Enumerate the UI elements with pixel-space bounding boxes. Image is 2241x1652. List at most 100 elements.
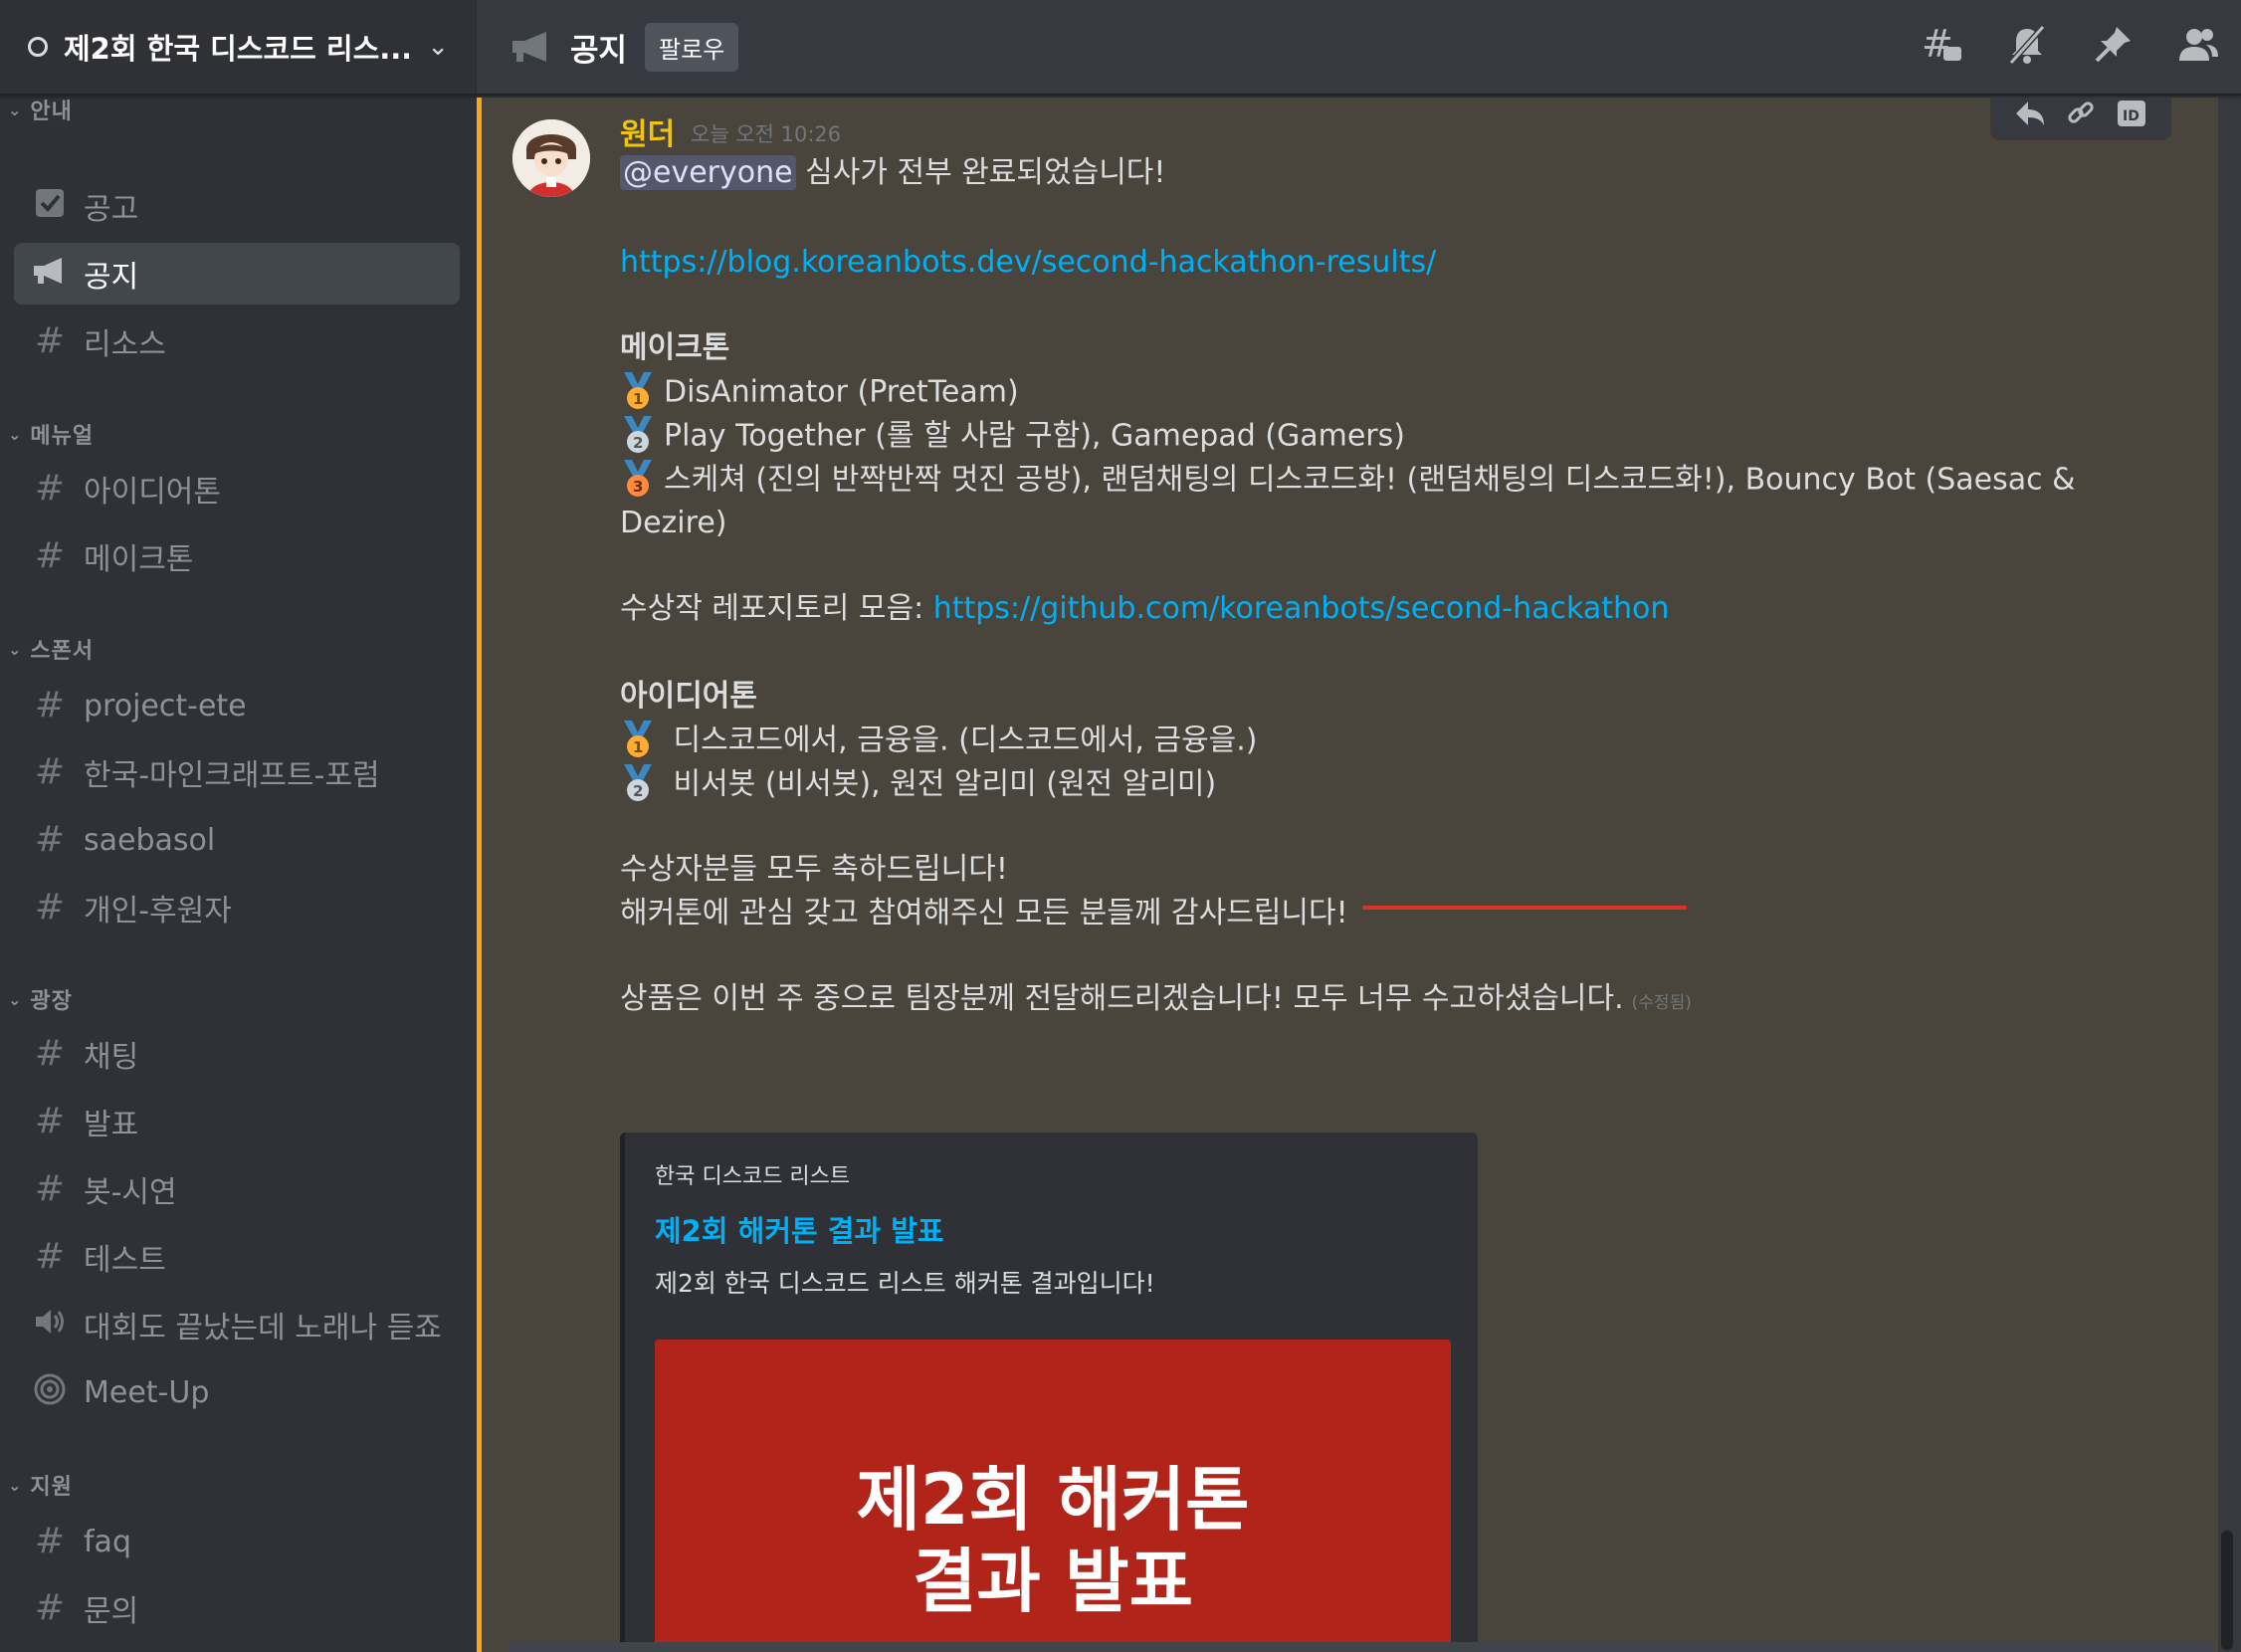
ideathon-heading: 아이디어톤 [620,679,757,714]
silver-medal-icon: 2 [620,416,656,454]
edited-marker: (수정됨) [1631,993,1692,1013]
embed-image-line2: 결과 발표 [913,1541,1193,1622]
channel-name: Meet-Up [84,1374,210,1410]
channel-item[interactable]: # 발표 [14,1091,460,1152]
chevron-down-icon: ⌄ [8,424,23,444]
category-header[interactable]: ⌄ 안내 [8,94,73,125]
embed-description: 제2회 한국 디스코드 리스트 해커톤 결과입니다! [655,1269,1155,1298]
svg-text:ID: ID [2123,108,2139,124]
thanks-line: 해커톤에 관심 갖고 참여해주신 모든 분들께 감사드립니다! [620,896,1348,930]
channel-item[interactable]: # 메이크톤 [14,525,460,587]
threads-icon[interactable]: # [1919,22,1964,68]
copy-id-icon[interactable]: ID [2115,98,2148,130]
stage-icon [32,1372,68,1413]
channel-name: 대회도 끝났는데 노래나 듣죠 [84,1311,442,1345]
silver-medal-icon: 2 [620,764,656,802]
message-input-edge[interactable] [508,1642,2214,1652]
scrollbar-thumb[interactable] [2221,1531,2233,1650]
hashtag-icon: # [34,1168,66,1209]
channel-sidebar: 제2회 한국 디스코드 리스... ⌄ ⌄ 안내 공고 공지 # 리소스 ⌄ 메… [0,0,477,1652]
category-header[interactable]: ⌄ 메뉴얼 [8,418,94,450]
annotation-underline [1362,906,1687,910]
chevron-down-icon[interactable]: ⌄ [427,32,449,62]
avatar[interactable] [512,119,590,197]
channel-item[interactable]: # faq [14,1511,460,1572]
category-header[interactable]: ⌄ 지원 [8,1469,73,1501]
channel-item[interactable]: # project-ete [14,675,460,736]
category-header[interactable]: ⌄ 스폰서 [8,633,94,665]
pin-icon[interactable] [2090,22,2136,68]
embed-image-line1: 제2회 해커톤 [856,1459,1250,1541]
category-name: 메뉴얼 [30,424,95,449]
hashtag-icon: # [34,887,66,928]
channel-name: 문의 [84,1594,139,1629]
makethon-second-text: Play Together (롤 할 사람 구함), Gamepad (Game… [664,418,1405,454]
embed-image[interactable]: 제2회 해커톤 결과 발표 [655,1340,1451,1652]
everyone-mention[interactable]: @everyone [620,155,796,190]
channel-name: faq [84,1524,131,1559]
hashtag-icon: # [34,468,66,509]
message-author[interactable]: 원더 [620,109,675,153]
mute-bell-icon[interactable] [2004,22,2050,68]
channel-item[interactable]: # saebasol [14,809,460,871]
ideathon-first-text: 디스코드에서, 금융을. (디스코드에서, 금융을.) [673,723,1258,758]
channel-name: 채팅 [84,1040,139,1075]
message-line: @everyone 심사가 전부 완료되었습니다! [620,155,1165,191]
channel-item[interactable]: # 채팅 [14,1023,460,1085]
channel-item[interactable]: # 테스트 [14,1226,460,1288]
repo-link[interactable]: https://github.com/koreanbots/second-hac… [933,591,1670,626]
embed-title-link[interactable]: 제2회 해커톤 결과 발표 [655,1208,944,1250]
hashtag-icon: # [34,535,66,576]
channel-item[interactable]: # 한국-마인크래프트-포럼 [14,741,460,803]
message-list[interactable]: ID 원더 오늘 오전 10:26 @everyone 심사가 전부 완료되었습… [477,98,2241,1652]
chevron-down-icon: ⌄ [8,100,23,119]
announcement-megaphone-icon [32,256,68,293]
embed-provider: 한국 디스코드 리스트 [655,1164,851,1189]
channel-item-active[interactable]: 공지 [14,243,460,305]
channel-item[interactable]: # 아이디어톤 [14,458,460,519]
stage-channel-item[interactable]: Meet-Up [14,1361,460,1423]
channel-name: saebasol [84,822,216,858]
hashtag-icon: # [34,1521,66,1561]
channel-item[interactable]: # 개인-후원자 [14,877,460,938]
channel-item[interactable]: # 봇-시연 [14,1158,460,1220]
repo-label: 수상작 레포지토리 모음: [620,591,933,626]
channel-name: 한국-마인크래프트-포럼 [84,758,380,793]
category-name: 지원 [30,1475,73,1500]
channel-name: 공지 [84,260,139,295]
reply-icon[interactable] [2013,98,2047,130]
voice-channel-item[interactable]: 대회도 끝났는데 노래나 듣죠 [14,1294,460,1355]
chevron-down-icon: ⌄ [8,639,23,659]
speaker-icon [32,1307,68,1343]
hashtag-icon: # [34,320,66,361]
link-embed: 한국 디스코드 리스트 제2회 해커톤 결과 발표 제2회 한국 디스코드 리스… [620,1133,1478,1652]
ideathon-first-place: 1 디스코드에서, 금융을. (디스코드에서, 금융을.) [620,721,1258,760]
makethon-third-continued: Dezire) [620,506,727,540]
makethon-first-place: 1 DisAnimator (PretTeam) [620,372,1019,412]
blog-link[interactable]: https://blog.koreanbots.dev/second-hacka… [620,245,1436,280]
channel-name: 공고 [84,192,139,227]
hashtag-icon: # [34,1101,66,1141]
follow-button[interactable]: 팔로우 [645,22,739,72]
server-header[interactable]: 제2회 한국 디스코드 리스... ⌄ [0,0,477,96]
channel-item[interactable]: 공고 [14,175,460,237]
channel-name: 아이디어톤 [84,475,221,510]
member-list-icon[interactable] [2175,22,2221,68]
svg-text:1: 1 [633,738,643,756]
hashtag-icon: # [34,1236,66,1277]
channel-item[interactable]: # 리소스 [14,310,460,372]
congrats-line: 수상자분들 모두 축하드립니다! [620,852,1008,887]
channel-name: 메이크톤 [84,542,194,577]
header-toolbar: # [1919,22,2221,68]
channel-name: 발표 [84,1108,139,1142]
embed-image-caption: 제2회 해커톤 결과 발표 [655,1459,1451,1622]
makethon-first-text: DisAnimator (PretTeam) [664,374,1019,410]
channel-name: 테스트 [84,1243,166,1278]
category-header[interactable]: ⌄ 광장 [8,983,73,1015]
svg-text:3: 3 [633,478,643,496]
makethon-third-place: 3 스케쳐 (진의 반짝반짝 멋진 공방), 랜덤채팅의 디스코드화! (랜덤채… [620,460,2076,500]
channel-item[interactable]: # 문의 [14,1577,460,1639]
gold-medal-icon: 1 [620,721,656,758]
makethon-heading: 메이크톤 [620,330,730,365]
copy-link-icon[interactable] [2064,98,2098,130]
